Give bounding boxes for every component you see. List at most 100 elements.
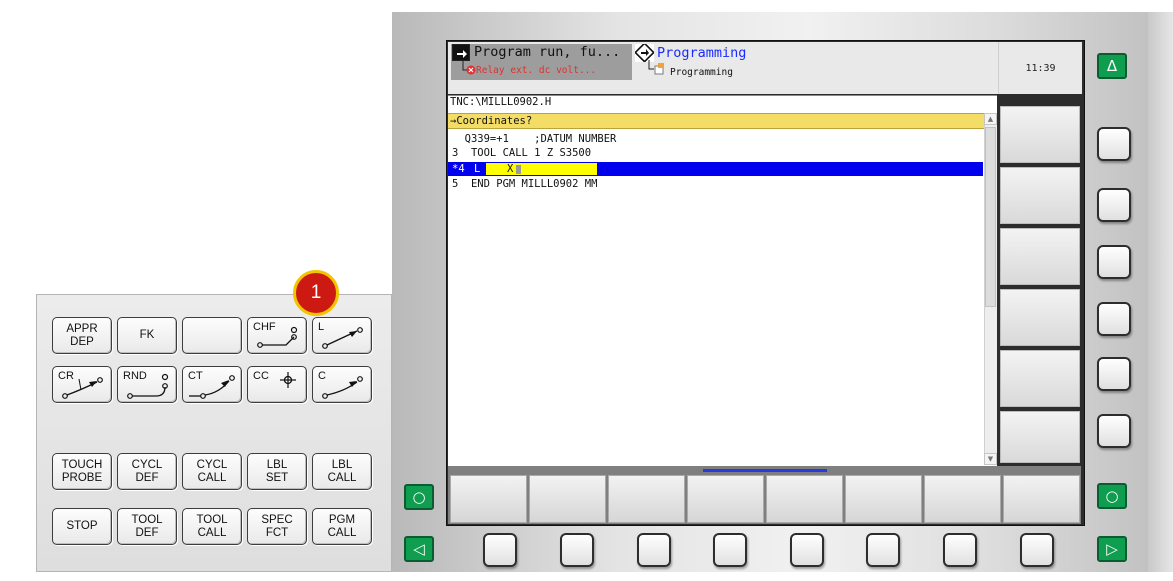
side-button-3[interactable] [1097,245,1131,279]
programming-mode-title[interactable]: Programming [657,46,746,61]
vertical-softkey-6[interactable] [1000,411,1080,463]
touch-probe-key[interactable]: TOUCH PROBE [52,453,112,490]
stop-key[interactable]: STOP [52,508,112,545]
tool-def-key[interactable]: TOOL DEF [117,508,177,545]
bottom-button-6[interactable] [866,533,900,567]
tool-def-label: TOOL DEF [131,513,163,539]
bottom-button-3[interactable] [637,533,671,567]
touch-probe-label: TOUCH PROBE [61,458,103,484]
coordinate-input-field[interactable] [486,163,597,175]
cycl-call-key[interactable]: CYCL CALL [182,453,242,490]
clock: 11:39 [998,42,1082,94]
panel-edge [1148,12,1173,572]
cycl-def-label: CYCL DEF [131,458,163,484]
machine-mode-title: Program run, fu... [474,44,621,60]
lbl-call-label: LBL CALL [327,458,357,484]
circular-arc-icon [322,376,363,399]
program-line-q339[interactable]: Q339=+1 ;DATUM NUMBER [452,133,617,145]
side-button-4[interactable] [1097,302,1131,336]
chf-key[interactable]: CHF [247,317,307,354]
softkey-1[interactable] [450,475,527,523]
tool-call-key[interactable]: TOOL CALL [182,508,242,545]
screen-switch-button-left[interactable]: ○ [404,484,434,510]
root: APPR DEP FK CHF L CR RND CT CC C TOUCH P… [0,0,1173,581]
machine-mode-status: Relay ext. dc volt... [476,65,597,76]
softkey-4[interactable] [687,475,764,523]
blank-key[interactable] [182,317,242,354]
circle-key[interactable]: C [312,366,372,403]
programming-mode-sub: Programming [670,67,733,78]
side-button-2[interactable] [1097,188,1131,222]
lbl-set-label: LBL SET [265,458,289,484]
program-line-3[interactable]: 3 TOOL CALL 1 Z S3500 [452,147,591,159]
fk-key[interactable]: FK [117,317,177,354]
dialog-prompt: →Coordinates? [448,113,984,129]
program-path: TNC:\MILLL0902.H [450,96,552,108]
lbl-call-key[interactable]: LBL CALL [312,453,372,490]
vertical-softkey-4[interactable] [1000,289,1080,346]
tangential-arc-icon [189,375,235,399]
vertical-softkey-1[interactable] [1000,106,1080,163]
softkey-forward-button[interactable]: ▷ [1097,536,1127,562]
switch-icon: ○ [412,488,426,506]
side-button-1[interactable] [1097,127,1131,161]
callout-badge: 1 [293,270,339,316]
spec-fct-label: SPEC FCT [261,513,293,539]
bottom-button-4[interactable] [713,533,747,567]
program-line-5[interactable]: 5 END PGM MILLL0902 MM [452,178,597,190]
ct-key[interactable]: CT [182,366,242,403]
pgm-call-label: PGM CALL [327,513,357,539]
line-icon [322,327,363,349]
softkey-8[interactable] [1003,475,1080,523]
mode-up-arrow-button[interactable]: Δ [1097,53,1127,79]
softkey-2[interactable] [529,475,606,523]
bottom-button-2[interactable] [560,533,594,567]
softkey-5[interactable] [766,475,843,523]
cr-key[interactable]: CR [52,366,112,403]
cc-key[interactable]: CC [247,366,307,403]
cycl-call-label: CYCL CALL [196,458,228,484]
side-button-6[interactable] [1097,414,1131,448]
lbl-set-key[interactable]: LBL SET [247,453,307,490]
program-run-icon [452,44,470,61]
left-arrow-icon: ◁ [413,540,425,558]
rnd-key[interactable]: RND [117,366,177,403]
side-button-5[interactable] [1097,357,1131,391]
fk-label: FK [139,329,155,341]
pgm-call-key[interactable]: PGM CALL [312,508,372,545]
rounding-icon [127,373,169,399]
coordinate-input-axis: X [507,163,514,175]
cycl-def-key[interactable]: CYCL DEF [117,453,177,490]
bottom-button-1[interactable] [483,533,517,567]
programming-sub-icon [648,60,664,75]
scroll-down-icon[interactable]: ▼ [984,453,997,465]
softkey-7[interactable] [924,475,1001,523]
screen-switch-button-right[interactable]: ○ [1097,483,1127,509]
vertical-softkey-5[interactable] [1000,350,1080,407]
line-key[interactable]: L [312,317,372,354]
chamfer-icon [257,326,298,348]
vertical-softkey-3[interactable] [1000,228,1080,285]
active-line-command: L [474,163,481,175]
scroll-up-icon[interactable]: ▲ [984,113,997,125]
error-icon [462,60,476,75]
right-arrow-icon: ▷ [1106,540,1118,558]
circle-center-icon [280,372,296,388]
softkey-6[interactable] [845,475,922,523]
bottom-button-5[interactable] [790,533,824,567]
appr-dep-label: APPR DEP [66,322,98,348]
vertical-softkey-2[interactable] [1000,167,1080,224]
bottom-button-8[interactable] [1020,533,1054,567]
appr-dep-key[interactable]: APPR DEP [52,317,112,354]
circle-radius-icon [62,377,103,399]
softkey-3[interactable] [608,475,685,523]
text-cursor [516,165,521,174]
bottom-button-7[interactable] [943,533,977,567]
spec-fct-key[interactable]: SPEC FCT [247,508,307,545]
stop-label: STOP [66,520,98,532]
switch-icon: ○ [1105,487,1119,505]
up-arrow-icon: Δ [1106,57,1118,75]
scrollbar-thumb[interactable] [985,127,996,307]
softkey-level-indicator [703,469,827,472]
softkey-back-button[interactable]: ◁ [404,536,434,562]
